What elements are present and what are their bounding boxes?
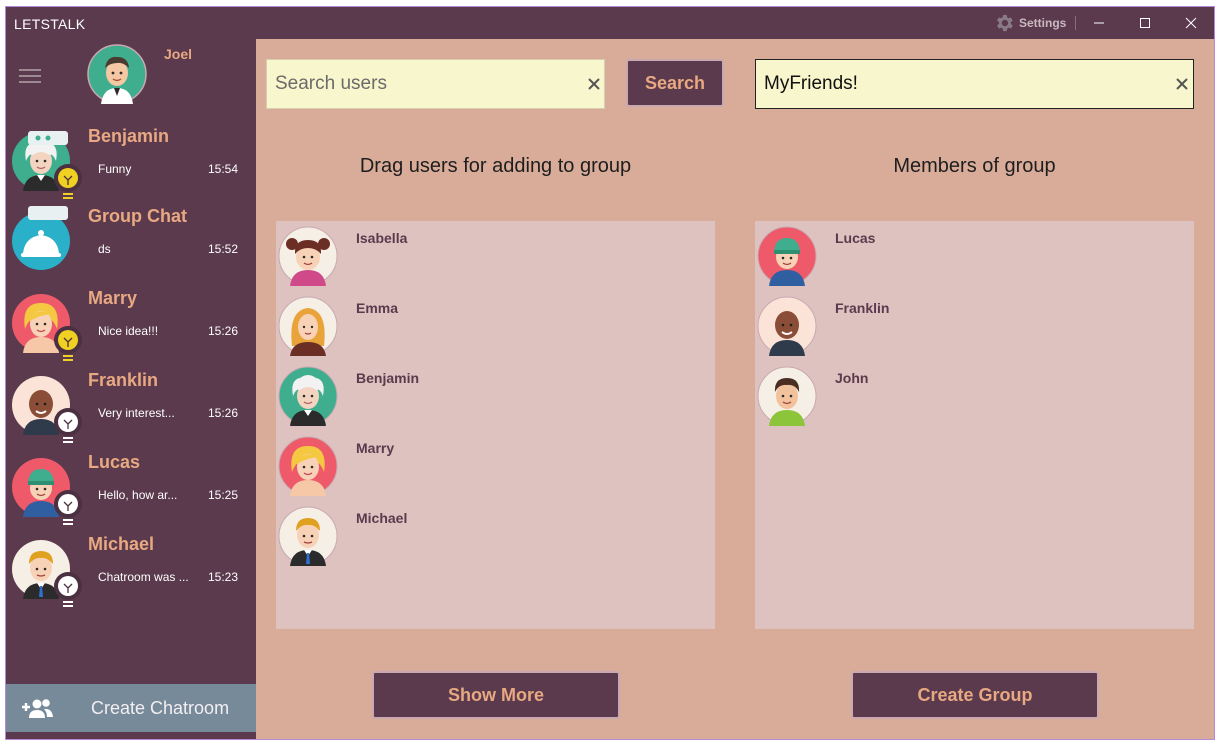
group-name-input[interactable] <box>764 60 1164 108</box>
user-name: John <box>835 370 869 386</box>
list-item[interactable]: Marry <box>278 431 708 496</box>
avatar <box>757 226 817 286</box>
close-icon <box>1185 17 1197 29</box>
minimize-icon <box>1094 22 1104 24</box>
list-item[interactable]: Lucas <box>757 221 1187 286</box>
list-item[interactable]: Franklin <box>757 291 1187 356</box>
list-item[interactable]: Isabella <box>278 221 708 286</box>
chat-name: Group Chat <box>88 206 187 226</box>
create-chatroom-button[interactable]: Create Chatroom <box>6 684 256 732</box>
chat-last-message: Hello, how ar... <box>98 488 178 502</box>
lightbulb-icon <box>54 572 82 607</box>
search-input[interactable] <box>275 60 575 108</box>
group-members-list[interactable]: Lucas Franklin John <box>755 221 1194 629</box>
user-name: Lucas <box>835 230 876 246</box>
title-bar: LETSTALK Settings <box>6 7 1214 39</box>
maximize-icon <box>1140 18 1150 28</box>
chat-bubble-icon <box>28 206 68 220</box>
chat-item-michael[interactable]: Michael Chatroom was ... 15:23 <box>6 531 256 613</box>
avatar <box>757 366 817 426</box>
search-button[interactable]: Search <box>626 59 724 107</box>
user-avatar[interactable] <box>87 44 147 104</box>
app-title: LETSTALK <box>14 16 86 32</box>
add-group-icon <box>22 699 53 718</box>
chat-time: 15:23 <box>208 570 239 584</box>
avatar <box>278 436 338 496</box>
chat-item-lucas[interactable]: Lucas Hello, how ar... 15:25 <box>6 449 256 531</box>
chat-time: 15:25 <box>208 488 239 502</box>
chat-name: Lucas <box>88 452 141 472</box>
user-name: Benjamin <box>356 370 420 386</box>
chat-name: Franklin <box>88 370 159 390</box>
chat-item-marry[interactable]: Marry Nice idea!!! 15:26 <box>6 285 256 367</box>
list-item[interactable]: Emma <box>278 291 708 356</box>
settings-button[interactable]: Settings <box>993 12 1066 34</box>
chat-last-message: Very interest... <box>98 406 175 420</box>
chat-time: 15:26 <box>208 324 239 338</box>
user-name: Joel <box>164 46 193 62</box>
user-name: Michael <box>356 510 408 526</box>
main-panel: Search Drag users for adding to group Me… <box>256 39 1214 739</box>
menu-icon[interactable] <box>19 69 41 83</box>
chat-time: 15:26 <box>208 406 239 420</box>
sidebar: Joel Benjamin Funny 15:54 Group Chat ds … <box>6 39 256 739</box>
gear-icon <box>997 14 1013 32</box>
chat-bubble-icon <box>28 131 68 145</box>
avatar <box>757 296 817 356</box>
user-name: Marry <box>356 440 395 456</box>
chat-item-benjamin[interactable]: Benjamin Funny 15:54 <box>6 123 256 205</box>
search-field[interactable] <box>266 59 605 109</box>
user-name: Emma <box>356 300 399 316</box>
user-name: Franklin <box>835 300 890 316</box>
list-item[interactable]: John <box>757 361 1187 426</box>
titlebar-divider <box>1075 16 1076 30</box>
chat-last-message: Funny <box>98 162 132 176</box>
clear-icon[interactable] <box>1173 75 1191 93</box>
available-users-title: Drag users for adding to group <box>359 155 632 177</box>
lightbulb-icon <box>54 408 82 443</box>
chat-name: Benjamin <box>88 126 170 146</box>
avatar <box>278 296 338 356</box>
list-item[interactable]: Michael <box>278 501 708 566</box>
lightbulb-icon <box>54 326 82 361</box>
chat-last-message: Nice idea!!! <box>98 324 159 338</box>
list-item[interactable]: Benjamin <box>278 361 708 426</box>
create-chatroom-label: Create Chatroom <box>91 698 230 718</box>
maximize-button[interactable] <box>1135 13 1155 33</box>
chat-item-group-chat[interactable]: Group Chat ds 15:52 <box>6 203 256 285</box>
group-members-title: Members of group <box>893 155 1056 177</box>
chat-name: Marry <box>88 288 138 308</box>
chat-last-message: ds <box>98 242 111 256</box>
close-button[interactable] <box>1181 13 1201 33</box>
chat-time: 15:52 <box>208 242 239 256</box>
avatar <box>278 226 338 286</box>
chat-last-message: Chatroom was ... <box>98 570 189 584</box>
chat-item-franklin[interactable]: Franklin Very interest... 15:26 <box>6 367 256 449</box>
clear-icon[interactable] <box>585 75 603 93</box>
settings-label: Settings <box>1019 16 1067 30</box>
group-avatar <box>12 212 70 270</box>
available-users-list[interactable]: Isabella Emma Benjamin Marry Michael <box>276 221 715 629</box>
app-window: LETSTALK Settings Joel Benjamin Funny 15… <box>5 6 1215 740</box>
minimize-button[interactable] <box>1089 13 1109 33</box>
user-name: Isabella <box>356 230 408 246</box>
create-group-button[interactable]: Create Group <box>851 671 1099 719</box>
lightbulb-icon <box>54 164 82 199</box>
group-name-field[interactable] <box>755 59 1194 109</box>
chat-name: Michael <box>88 534 155 554</box>
avatar <box>278 366 338 426</box>
avatar <box>278 506 338 566</box>
chat-time: 15:54 <box>208 162 239 176</box>
lightbulb-icon <box>54 490 82 525</box>
show-more-button[interactable]: Show More <box>372 671 620 719</box>
